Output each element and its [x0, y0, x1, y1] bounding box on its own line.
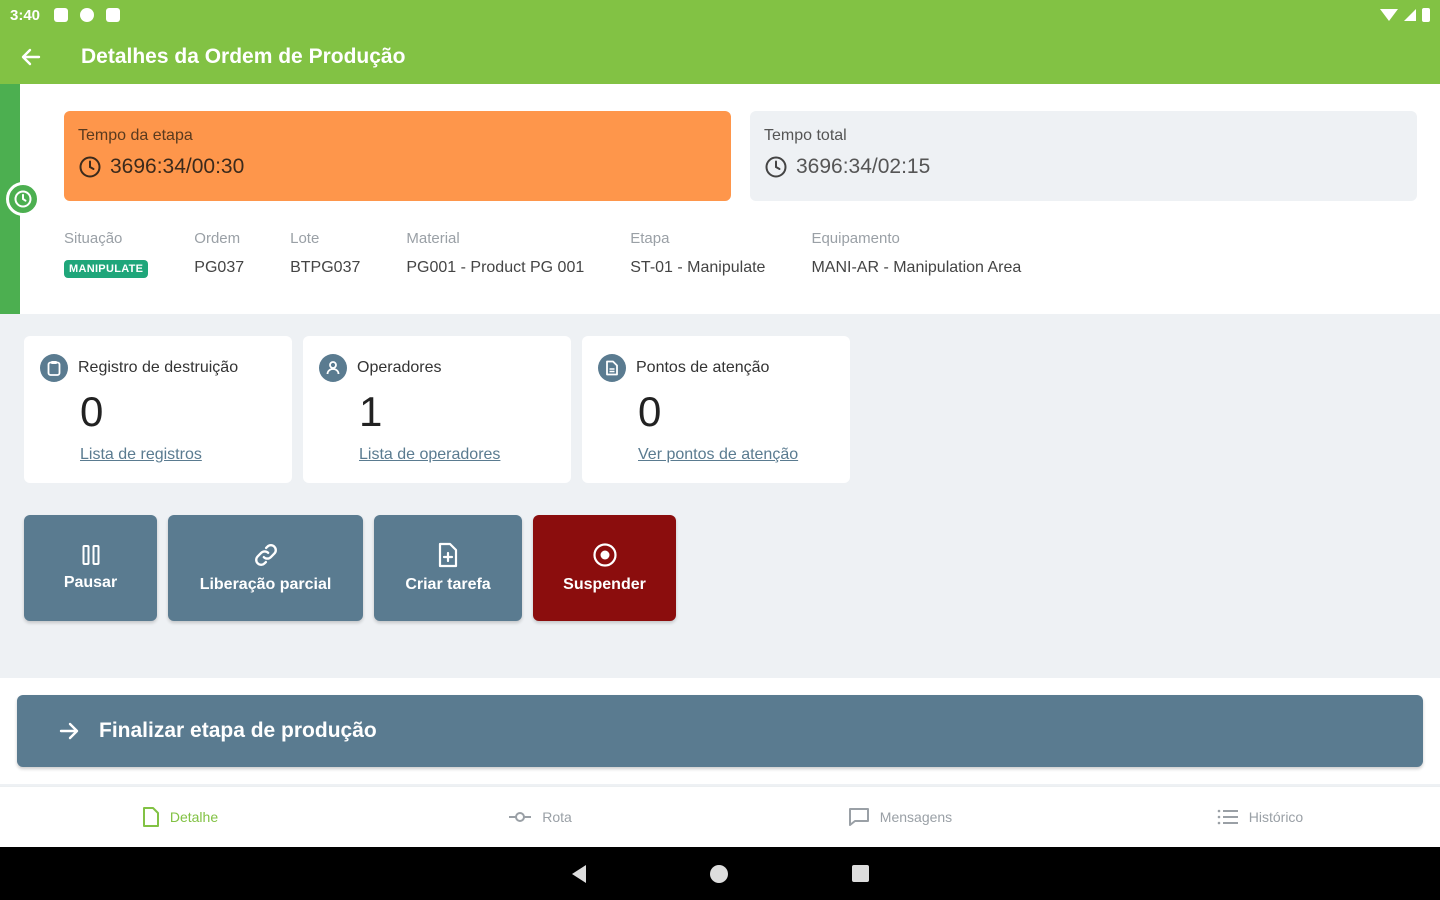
operators-list-link[interactable]: Lista de operadores: [359, 446, 500, 464]
finalize-stage-button[interactable]: Finalizar etapa de produção: [17, 695, 1423, 767]
stop-circle-icon: [592, 543, 617, 567]
nav-history[interactable]: Histórico: [1080, 787, 1440, 847]
pause-button[interactable]: Pausar: [24, 515, 157, 621]
suspend-label: Suspender: [563, 576, 646, 593]
sd-card-icon: [106, 8, 121, 22]
stat-title: Registro de destruição: [78, 359, 239, 376]
info-value: PG001 - Product PG 001: [406, 259, 585, 276]
order-info-row: Situação MANIPULATE Ordem PG037 Lote BTP…: [64, 230, 1067, 278]
partial-release-label: Liberação parcial: [199, 576, 332, 593]
total-timer-label: Tempo total: [764, 127, 847, 144]
attention-points-link[interactable]: Ver pontos de atenção: [638, 446, 798, 464]
status-time: 3:40: [10, 6, 41, 24]
info-label: Etapa: [630, 230, 670, 247]
add-file-icon: [438, 542, 458, 568]
stat-title: Pontos de atenção: [636, 359, 770, 376]
create-task-button[interactable]: Criar tarefa: [374, 515, 522, 621]
operators-card: Operadores 1 Lista de operadores: [303, 336, 571, 483]
attention-points-card: Pontos de atenção 0 Ver pontos de atençã…: [582, 336, 850, 483]
nav-messages[interactable]: Mensagens: [720, 787, 1080, 847]
suspend-button[interactable]: Suspender: [533, 515, 676, 621]
info-value: PG037: [194, 259, 245, 276]
file-icon: [142, 807, 159, 827]
system-home-icon[interactable]: [709, 864, 728, 883]
info-label: Equipamento: [811, 230, 900, 247]
stat-count: 1: [359, 388, 383, 435]
info-label: Lote: [290, 230, 320, 247]
link-icon: [254, 544, 277, 566]
info-material: Material PG001 - Product PG 001: [406, 230, 584, 278]
back-button[interactable]: [0, 30, 62, 84]
message-icon: [848, 808, 869, 826]
arrow-left-icon: [21, 48, 41, 66]
nav-route[interactable]: Rota: [360, 787, 720, 847]
notification-icon: [54, 8, 69, 22]
info-equipment: Equipamento MANI-AR - Manipulation Area: [811, 230, 1021, 278]
stage-timer-value: 3696:34/00:30: [110, 155, 245, 178]
notification-icon: [80, 8, 95, 22]
destruction-record-card: Registro de destruição 0 Lista de regist…: [24, 336, 292, 483]
pause-label: Pausar: [63, 574, 118, 591]
system-back-icon[interactable]: [571, 864, 586, 883]
nav-detail[interactable]: Detalhe: [0, 787, 360, 847]
records-list-link[interactable]: Lista de registros: [80, 446, 202, 464]
stat-count: 0: [638, 388, 662, 435]
bottom-navigation: Detalhe Rota Mensagens Histórico: [0, 786, 1440, 847]
nav-label: Rota: [542, 809, 572, 825]
info-label: Ordem: [194, 230, 241, 247]
info-label: Material: [406, 230, 460, 247]
info-batch: Lote BTPG037: [290, 230, 360, 278]
signal-icon: [1404, 9, 1416, 21]
app-bar: Detalhes da Ordem de Produção: [0, 30, 1440, 84]
page-title: Detalhes da Ordem de Produção: [81, 45, 406, 68]
nav-label: Histórico: [1248, 809, 1304, 825]
order-header-panel: Tempo da etapa 3696:34/00:30 Tempo total…: [0, 84, 1440, 314]
finalize-label: Finalizar etapa de produção: [99, 719, 377, 742]
system-navigation-bar: [0, 847, 1440, 900]
system-recents-icon[interactable]: [851, 865, 869, 882]
create-task-label: Criar tarefa: [405, 576, 491, 593]
nav-label: Detalhe: [169, 809, 219, 825]
document-icon: [598, 354, 626, 382]
stat-title: Operadores: [357, 359, 442, 376]
clock-icon: [79, 156, 101, 178]
clock-icon: [6, 182, 40, 216]
stage-timer-label: Tempo da etapa: [78, 127, 193, 144]
list-icon: [1217, 809, 1238, 825]
total-timer-value: 3696:34/02:15: [796, 155, 931, 178]
partial-release-button[interactable]: Liberação parcial: [168, 515, 363, 621]
stat-count: 0: [80, 388, 104, 435]
clipboard-icon: [40, 354, 68, 382]
info-order: Ordem PG037: [194, 230, 244, 278]
status-bar: 3:40: [0, 0, 1440, 30]
clock-icon: [765, 156, 787, 178]
arrow-right-icon: [59, 722, 79, 740]
wifi-icon: [1380, 9, 1398, 21]
pause-icon: [82, 545, 99, 565]
info-label: Situação: [64, 230, 123, 247]
route-icon: [509, 812, 532, 822]
info-value: ST-01 - Manipulate: [630, 259, 766, 276]
info-value: BTPG037: [290, 259, 361, 276]
total-timer-card: Tempo total 3696:34/02:15: [750, 111, 1417, 201]
info-situation: Situação MANIPULATE: [64, 230, 149, 278]
status-badge: MANIPULATE: [64, 260, 149, 278]
battery-icon: [1422, 8, 1430, 22]
nav-label: Mensagens: [879, 809, 953, 825]
info-stage: Etapa ST-01 - Manipulate: [630, 230, 765, 278]
person-icon: [319, 354, 347, 382]
stage-timer-card: Tempo da etapa 3696:34/00:30: [64, 111, 731, 201]
info-value: MANI-AR - Manipulation Area: [811, 259, 1022, 276]
finalize-section: Finalizar etapa de produção: [0, 678, 1440, 784]
